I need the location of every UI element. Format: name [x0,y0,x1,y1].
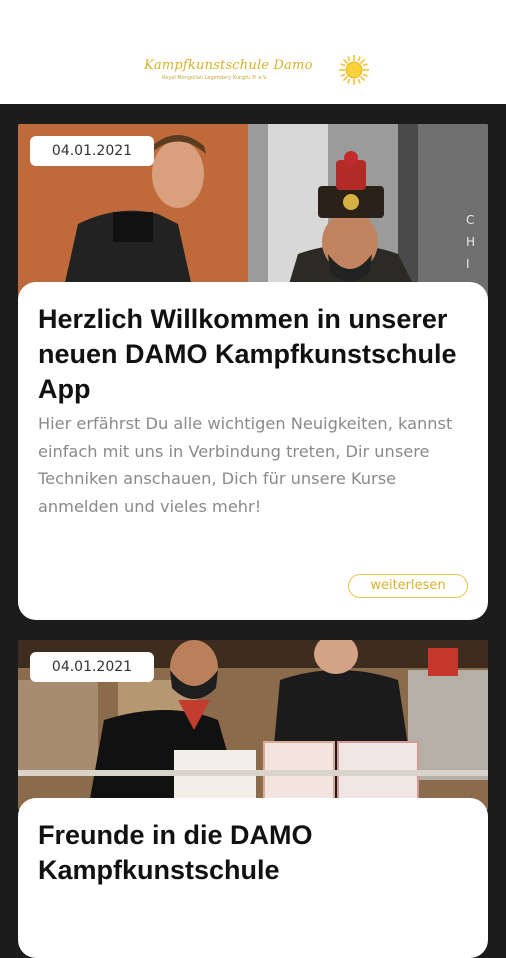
logo-title: Kampfkunstschule Damo [144,58,313,73]
post-date: 04.01.2021 [30,652,154,682]
sun-logo-icon [339,55,369,85]
news-feed[interactable]: CHI 04.01.2021 Herzlich Willkommen in un… [0,104,506,958]
post-card[interactable]: Freunde in die DAMO Kampfkunstschule [18,798,488,958]
app-header: Kampfkunstschule Damo Royal Mongolian Le… [0,0,506,104]
school-logo[interactable]: Kampfkunstschule Damo Royal Mongolian Le… [144,58,324,88]
post-excerpt: Hier erfährst Du alle wichtigen Neuigkei… [38,414,453,516]
post-date: 04.01.2021 [30,136,154,166]
post-title: Freunde in die DAMO Kampfkunstschule [38,820,313,885]
post-card[interactable]: Herzlich Willkommen in unserer neuen DAM… [18,282,488,620]
read-more-button[interactable]: weiterlesen [348,574,468,598]
post-title: Herzlich Willkommen in unserer neuen DAM… [38,304,457,404]
logo-subtitle: Royal Mongolian Legendary Kungfu ® e.V. [162,75,268,81]
